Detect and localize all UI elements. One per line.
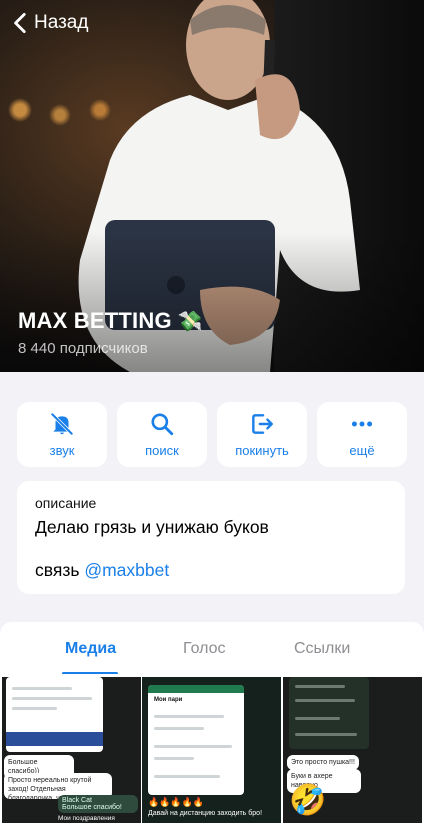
media-grid: Большое спасибо)) Просто нереально круто…: [0, 674, 424, 826]
more-label: ещё: [349, 443, 375, 458]
leave-icon: [252, 414, 273, 434]
channel-title: MAX BETTING 💸: [18, 308, 203, 334]
leave-button[interactable]: покинуть: [217, 402, 307, 467]
description-text: Делаю грязь и унижаю буков: [35, 517, 269, 537]
media-thumbnail[interactable]: Это просто пушка!!! Буки в ахере наверно…: [283, 677, 422, 823]
media-tabs: Медиа Голос Ссылки: [0, 622, 424, 675]
back-button[interactable]: Назад: [8, 10, 88, 36]
laughing-emoji-icon: 🤣: [289, 784, 327, 817]
tab-links[interactable]: Ссылки: [294, 640, 350, 658]
description-card: описание Делаю грязь и унижаю буков связ…: [17, 481, 405, 594]
bell-slash-icon: [51, 413, 73, 435]
screenshot-card: [6, 677, 103, 752]
mute-button[interactable]: звук: [17, 402, 107, 467]
tab-voice[interactable]: Голос: [183, 640, 226, 658]
more-icon: [351, 421, 373, 427]
money-emoji-icon: 💸: [177, 310, 203, 333]
search-label: поиск: [145, 443, 179, 458]
more-button[interactable]: ещё: [317, 402, 407, 467]
channel-cover-photo: Назад MAX BETTING 💸 8 440 подписчиков: [0, 0, 424, 372]
contact-row: связь @maxbbet: [35, 560, 387, 581]
search-button[interactable]: поиск: [117, 402, 207, 467]
fire-emojis: 🔥🔥🔥🔥🔥: [148, 797, 205, 807]
media-thumbnail[interactable]: Большое спасибо)) Просто нереально круто…: [2, 677, 141, 823]
action-buttons: звук поиск покинуть ещё: [17, 402, 407, 467]
mute-label: звук: [49, 443, 75, 458]
back-label: Назад: [34, 12, 89, 33]
chevron-left-icon: [14, 12, 26, 34]
description-label: описание: [35, 495, 97, 511]
contact-prefix: связь: [35, 560, 80, 580]
subscriber-count: 8 440 подписчиков: [18, 340, 148, 357]
contact-link[interactable]: @maxbbet: [84, 560, 169, 580]
tab-media[interactable]: Медиа: [65, 640, 116, 658]
media-thumbnail[interactable]: Мои пари 🔥🔥🔥🔥🔥 Давай на дистанцию заходи…: [142, 677, 281, 823]
message-bubble: Black Cat Большое спасибо!: [58, 795, 138, 813]
channel-name: MAX BETTING: [18, 308, 172, 333]
leave-label: покинуть: [235, 443, 289, 458]
message-bubble: Это просто пушка!!!: [287, 755, 359, 770]
screenshot-card: Мои пари: [148, 685, 244, 795]
search-icon: [151, 413, 174, 436]
screenshot-card: [289, 677, 369, 749]
